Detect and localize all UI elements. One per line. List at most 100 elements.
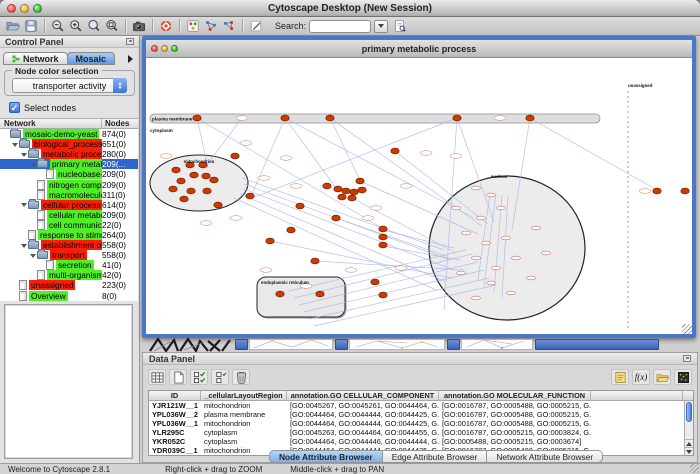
network-canvas[interactable]: plasma membranecytoplasmmitochondrionnuc…: [146, 58, 692, 333]
nucleus-node[interactable]: [472, 296, 481, 300]
table-row[interactable]: YKR052Ccytoplasm[GO:0044464, GO:0044446,…: [149, 437, 693, 446]
nucleus-node[interactable]: [477, 216, 486, 220]
background-window-titlebar[interactable]: [235, 339, 248, 350]
tree-row[interactable]: Overview8(0): [0, 291, 138, 301]
float-panel-icon[interactable]: [126, 38, 134, 45]
layout-organic-icon[interactable]: [220, 18, 238, 34]
tree-row[interactable]: establishment of lo558(0): [0, 240, 138, 250]
window-resize-grip[interactable]: [690, 464, 699, 473]
tab-node-attribute-browser[interactable]: Node Attribute Browser: [269, 450, 383, 463]
background-window-titlebar[interactable]: [535, 339, 659, 350]
node[interactable]: [348, 195, 356, 201]
column-header[interactable]: ID: [149, 391, 201, 400]
node[interactable]: [379, 234, 387, 240]
search-advanced-icon[interactable]: [391, 18, 409, 34]
tree-row[interactable]: macromolecule311(0): [0, 190, 138, 200]
tree-row[interactable]: biological_process651(0): [0, 139, 138, 149]
node[interactable]: [193, 115, 201, 121]
tab-overflow-button[interactable]: [125, 53, 136, 65]
disclosure-triangle-icon[interactable]: [21, 153, 27, 160]
network-view-titlebar[interactable]: primary metabolic process: [146, 40, 692, 58]
table-row[interactable]: YJR121W__1mitochondrion[GO:0045267, GO:0…: [149, 401, 693, 410]
birds-eye-view[interactable]: [4, 304, 133, 459]
tree-row[interactable]: secretion41(0): [0, 260, 138, 270]
table-scrollbar[interactable]: [684, 401, 693, 455]
node[interactable]: [358, 187, 366, 193]
annotation-icon[interactable]: [247, 18, 265, 34]
disclosure-triangle-icon[interactable]: [30, 163, 36, 170]
nucleus-node[interactable]: [497, 206, 506, 210]
nucleus-node[interactable]: [492, 266, 501, 270]
nucleus-node[interactable]: [482, 241, 491, 245]
node[interactable]: [287, 227, 295, 233]
column-header[interactable]: annotation.GO CELLULAR_COMPONENT: [287, 391, 439, 400]
node[interactable]: [296, 203, 304, 209]
tree-row[interactable]: unassigned223(0): [0, 280, 138, 290]
node[interactable]: [246, 193, 254, 199]
scrollbar-thumb[interactable]: [686, 402, 692, 422]
node[interactable]: [316, 291, 324, 297]
node-color-dropdown[interactable]: transporter activity ▲▼: [12, 78, 127, 93]
tab-mosaic[interactable]: Mosaic: [67, 52, 116, 65]
zoom-fit-icon[interactable]: [103, 18, 121, 34]
attribute-matrix-icon[interactable]: [674, 369, 692, 385]
nucleus-node[interactable]: [457, 271, 466, 275]
node[interactable]: [202, 173, 210, 179]
tree-row[interactable]: transport558(0): [0, 250, 138, 260]
node[interactable]: [210, 177, 218, 183]
disclosure-triangle-icon[interactable]: [12, 143, 18, 150]
frame-resize-grip[interactable]: [682, 324, 692, 334]
save-icon[interactable]: [22, 18, 40, 34]
disclosure-triangle-icon[interactable]: [21, 244, 27, 251]
node[interactable]: [350, 189, 358, 195]
nucleus-node[interactable]: [502, 236, 511, 240]
node[interactable]: [326, 115, 334, 121]
scroll-up-button[interactable]: [685, 439, 693, 447]
node[interactable]: [371, 279, 379, 285]
scroll-down-button[interactable]: [685, 447, 693, 455]
background-window-titlebar[interactable]: [447, 339, 460, 350]
node[interactable]: [526, 115, 534, 121]
tree-row[interactable]: primary metabo209(...: [0, 159, 138, 169]
node[interactable]: [187, 188, 195, 194]
node[interactable]: [231, 153, 239, 159]
formula-icon[interactable]: f(x): [632, 369, 650, 385]
node[interactable]: [356, 178, 364, 184]
notes-icon[interactable]: [611, 369, 629, 385]
background-window-titlebar[interactable]: [335, 339, 348, 350]
column-header[interactable]: [591, 391, 683, 400]
node[interactable]: [311, 258, 319, 264]
nucleus-node[interactable]: [507, 291, 516, 295]
node[interactable]: [323, 183, 331, 189]
nucleus-node[interactable]: [527, 276, 536, 280]
node[interactable]: [332, 215, 340, 221]
node[interactable]: [681, 188, 689, 194]
tree-row[interactable]: cellular metabo209(0): [0, 210, 138, 220]
new-attribute-icon[interactable]: [169, 369, 187, 385]
node[interactable]: [266, 238, 274, 244]
nucleus-node[interactable]: [472, 186, 481, 190]
snapshot-icon[interactable]: [130, 18, 148, 34]
tree-column-nodes[interactable]: Nodes: [102, 119, 138, 128]
layout-spring-icon[interactable]: [202, 18, 220, 34]
tab-edge-attribute-browser[interactable]: Edge Attribute Browser: [382, 450, 488, 463]
tab-network-attribute-browser[interactable]: Network Attribute Browser: [486, 450, 603, 463]
tree-row[interactable]: response to stimulu264(0): [0, 230, 138, 240]
search-input[interactable]: [309, 20, 371, 33]
node[interactable]: [180, 196, 188, 202]
table-row[interactable]: YPL036W__1mitochondrion[GO:0044464, GO:0…: [149, 419, 693, 428]
node[interactable]: [169, 186, 177, 192]
delete-attribute-icon[interactable]: [232, 369, 250, 385]
node[interactable]: [342, 188, 350, 194]
select-nodes-checkbox[interactable]: ✓: [9, 102, 20, 113]
column-header[interactable]: _cellularLayoutRegion: [201, 391, 287, 400]
help-icon[interactable]: [157, 18, 175, 34]
select-attributes-icon[interactable]: [190, 369, 208, 385]
nucleus-node[interactable]: [462, 231, 471, 235]
nucleus-node[interactable]: [532, 226, 541, 230]
node[interactable]: [338, 194, 346, 200]
tree-row[interactable]: cell communicat22(0): [0, 220, 138, 230]
node[interactable]: [379, 226, 387, 232]
tree-row[interactable]: nitrogen compo209(0): [0, 179, 138, 189]
vizmapper-icon[interactable]: [184, 18, 202, 34]
